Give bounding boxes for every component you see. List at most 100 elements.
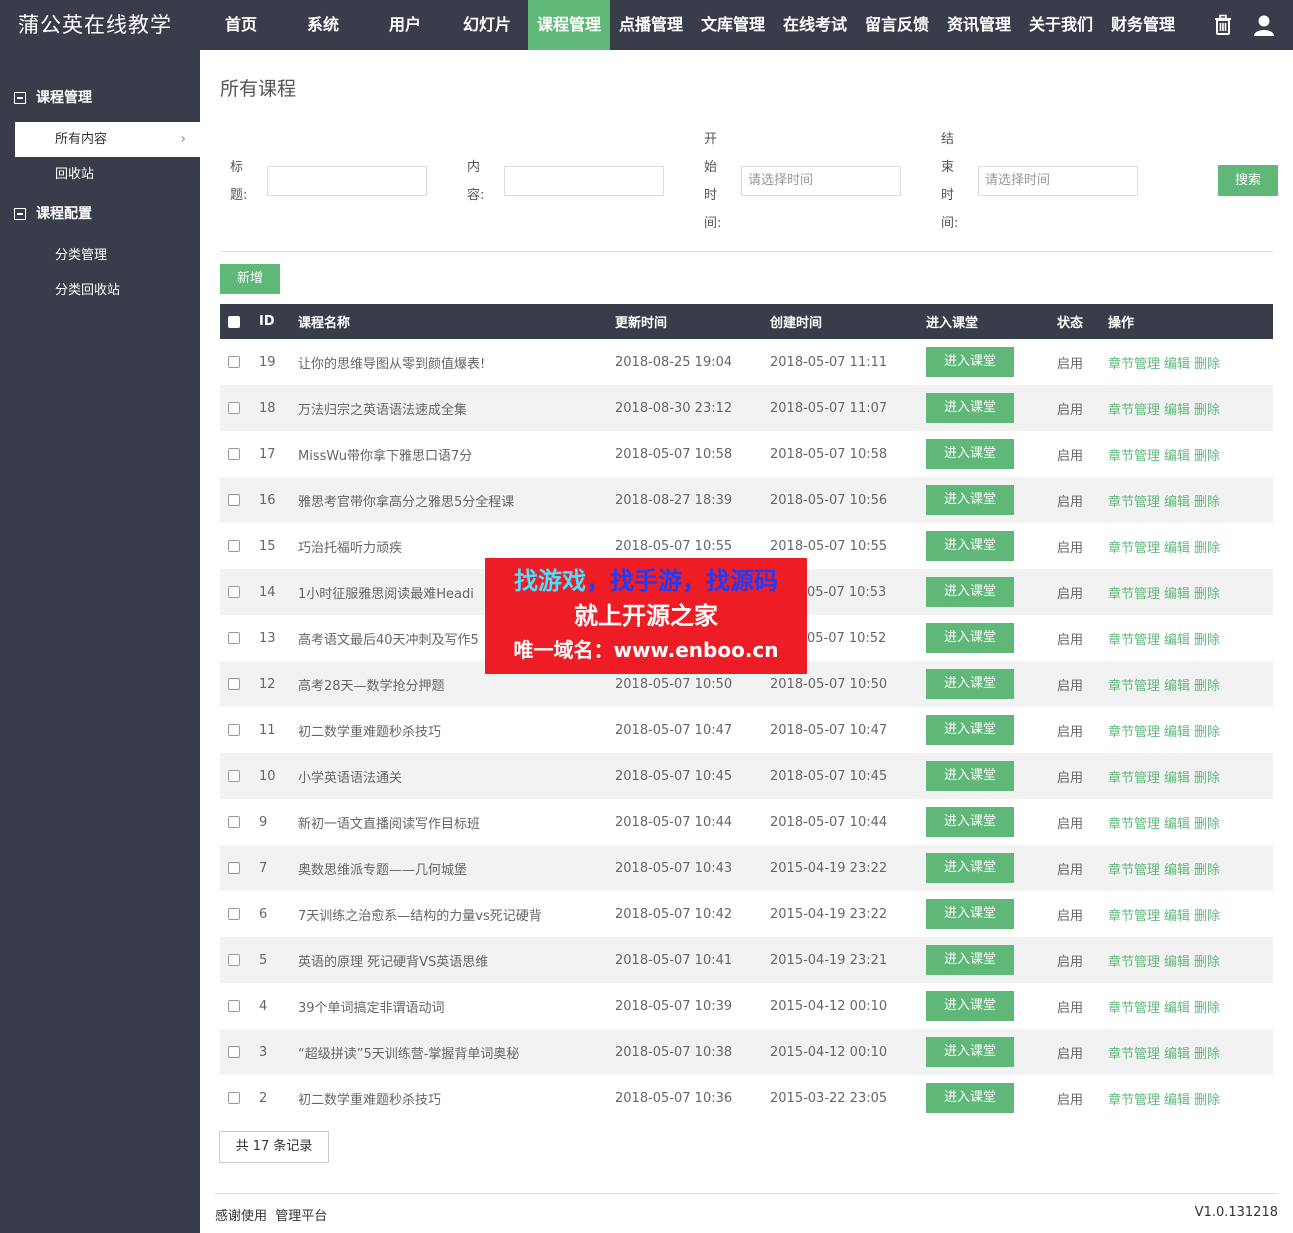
edit-link[interactable]: 编辑 [1164, 357, 1190, 372]
nav-item[interactable]: 财务管理 [1102, 0, 1184, 50]
enter-classroom-button[interactable]: 进入课堂 [926, 347, 1014, 377]
chapter-management-link[interactable]: 章节管理 [1108, 357, 1160, 372]
enter-classroom-button[interactable]: 进入课堂 [926, 577, 1014, 607]
edit-link[interactable]: 编辑 [1164, 771, 1190, 786]
chapter-management-link[interactable]: 章节管理 [1108, 1001, 1160, 1016]
sidebar-item-recycle-bin[interactable]: 回收站 [15, 157, 200, 192]
delete-link[interactable]: 删除 [1194, 587, 1220, 602]
edit-link[interactable]: 编辑 [1164, 587, 1190, 602]
row-checkbox[interactable] [228, 1046, 240, 1058]
chapter-management-link[interactable]: 章节管理 [1108, 679, 1160, 694]
row-checkbox[interactable] [228, 586, 240, 598]
chapter-management-link[interactable]: 章节管理 [1108, 587, 1160, 602]
nav-item[interactable]: 点播管理 [610, 0, 692, 50]
nav-item[interactable]: 用户 [364, 0, 446, 50]
delete-link[interactable]: 删除 [1194, 357, 1220, 372]
title-input[interactable] [267, 166, 427, 196]
enter-classroom-button[interactable]: 进入课堂 [926, 393, 1014, 423]
row-checkbox[interactable] [228, 448, 240, 460]
enter-classroom-button[interactable]: 进入课堂 [926, 1037, 1014, 1067]
edit-link[interactable]: 编辑 [1164, 725, 1190, 740]
enter-classroom-button[interactable]: 进入课堂 [926, 439, 1014, 469]
nav-item[interactable]: 幻灯片 [446, 0, 528, 50]
chapter-management-link[interactable]: 章节管理 [1108, 771, 1160, 786]
chapter-management-link[interactable]: 章节管理 [1108, 495, 1160, 510]
start-time-input[interactable]: 请选择时间 [741, 166, 901, 196]
edit-link[interactable]: 编辑 [1164, 909, 1190, 924]
enter-classroom-button[interactable]: 进入课堂 [926, 945, 1014, 975]
nav-item[interactable]: 关于我们 [1020, 0, 1102, 50]
chapter-management-link[interactable]: 章节管理 [1108, 817, 1160, 832]
delete-link[interactable]: 删除 [1194, 955, 1220, 970]
chapter-management-link[interactable]: 章节管理 [1108, 403, 1160, 418]
select-all-checkbox[interactable] [228, 315, 240, 328]
chapter-management-link[interactable]: 章节管理 [1108, 863, 1160, 878]
row-checkbox[interactable] [228, 402, 240, 414]
enter-classroom-button[interactable]: 进入课堂 [926, 991, 1014, 1021]
chapter-management-link[interactable]: 章节管理 [1108, 541, 1160, 556]
delete-link[interactable]: 删除 [1194, 817, 1220, 832]
nav-item[interactable]: 系统 [282, 0, 364, 50]
nav-item[interactable]: 课程管理 [528, 0, 610, 50]
edit-link[interactable]: 编辑 [1164, 1001, 1190, 1016]
row-checkbox[interactable] [228, 632, 240, 644]
row-checkbox[interactable] [228, 724, 240, 736]
sidebar-group-course-config[interactable]: 课程配置 [0, 196, 200, 232]
delete-link[interactable]: 删除 [1194, 495, 1220, 510]
row-checkbox[interactable] [228, 1092, 240, 1104]
enter-classroom-button[interactable]: 进入课堂 [926, 807, 1014, 837]
chapter-management-link[interactable]: 章节管理 [1108, 725, 1160, 740]
delete-link[interactable]: 删除 [1194, 449, 1220, 464]
edit-link[interactable]: 编辑 [1164, 541, 1190, 556]
sidebar-item-category-management[interactable]: 分类管理 [15, 238, 200, 273]
chapter-management-link[interactable]: 章节管理 [1108, 909, 1160, 924]
delete-link[interactable]: 删除 [1194, 541, 1220, 556]
nav-item[interactable]: 资讯管理 [938, 0, 1020, 50]
delete-link[interactable]: 删除 [1194, 909, 1220, 924]
edit-link[interactable]: 编辑 [1164, 633, 1190, 648]
nav-item[interactable]: 文库管理 [692, 0, 774, 50]
enter-classroom-button[interactable]: 进入课堂 [926, 761, 1014, 791]
nav-item[interactable]: 留言反馈 [856, 0, 938, 50]
row-checkbox[interactable] [228, 678, 240, 690]
edit-link[interactable]: 编辑 [1164, 495, 1190, 510]
delete-link[interactable]: 删除 [1194, 1047, 1220, 1062]
sidebar-item-all-content[interactable]: 所有内容 › [15, 122, 200, 157]
delete-link[interactable]: 删除 [1194, 633, 1220, 648]
delete-link[interactable]: 删除 [1194, 679, 1220, 694]
row-checkbox[interactable] [228, 816, 240, 828]
delete-link[interactable]: 删除 [1194, 1093, 1220, 1108]
end-time-input[interactable]: 请选择时间 [978, 166, 1138, 196]
enter-classroom-button[interactable]: 进入课堂 [926, 531, 1014, 561]
content-input[interactable] [504, 166, 664, 196]
row-checkbox[interactable] [228, 954, 240, 966]
chapter-management-link[interactable]: 章节管理 [1108, 955, 1160, 970]
enter-classroom-button[interactable]: 进入课堂 [926, 623, 1014, 653]
trash-icon[interactable] [1210, 12, 1236, 38]
row-checkbox[interactable] [228, 494, 240, 506]
enter-classroom-button[interactable]: 进入课堂 [926, 715, 1014, 745]
delete-link[interactable]: 删除 [1194, 725, 1220, 740]
enter-classroom-button[interactable]: 进入课堂 [926, 853, 1014, 883]
add-button[interactable]: 新增 [220, 264, 280, 294]
row-checkbox[interactable] [228, 908, 240, 920]
enter-classroom-button[interactable]: 进入课堂 [926, 669, 1014, 699]
row-checkbox[interactable] [228, 770, 240, 782]
edit-link[interactable]: 编辑 [1164, 1093, 1190, 1108]
nav-item[interactable]: 首页 [200, 0, 282, 50]
sidebar-item-category-recycle-bin[interactable]: 分类回收站 [15, 273, 200, 308]
user-icon[interactable] [1251, 12, 1277, 38]
search-button[interactable]: 搜索 [1218, 165, 1278, 196]
delete-link[interactable]: 删除 [1194, 771, 1220, 786]
sidebar-group-course-management[interactable]: 课程管理 [0, 80, 200, 116]
edit-link[interactable]: 编辑 [1164, 863, 1190, 878]
edit-link[interactable]: 编辑 [1164, 449, 1190, 464]
nav-item[interactable]: 在线考试 [774, 0, 856, 50]
enter-classroom-button[interactable]: 进入课堂 [926, 1083, 1014, 1113]
chapter-management-link[interactable]: 章节管理 [1108, 1047, 1160, 1062]
chapter-management-link[interactable]: 章节管理 [1108, 633, 1160, 648]
edit-link[interactable]: 编辑 [1164, 679, 1190, 694]
chapter-management-link[interactable]: 章节管理 [1108, 449, 1160, 464]
row-checkbox[interactable] [228, 356, 240, 368]
row-checkbox[interactable] [228, 862, 240, 874]
